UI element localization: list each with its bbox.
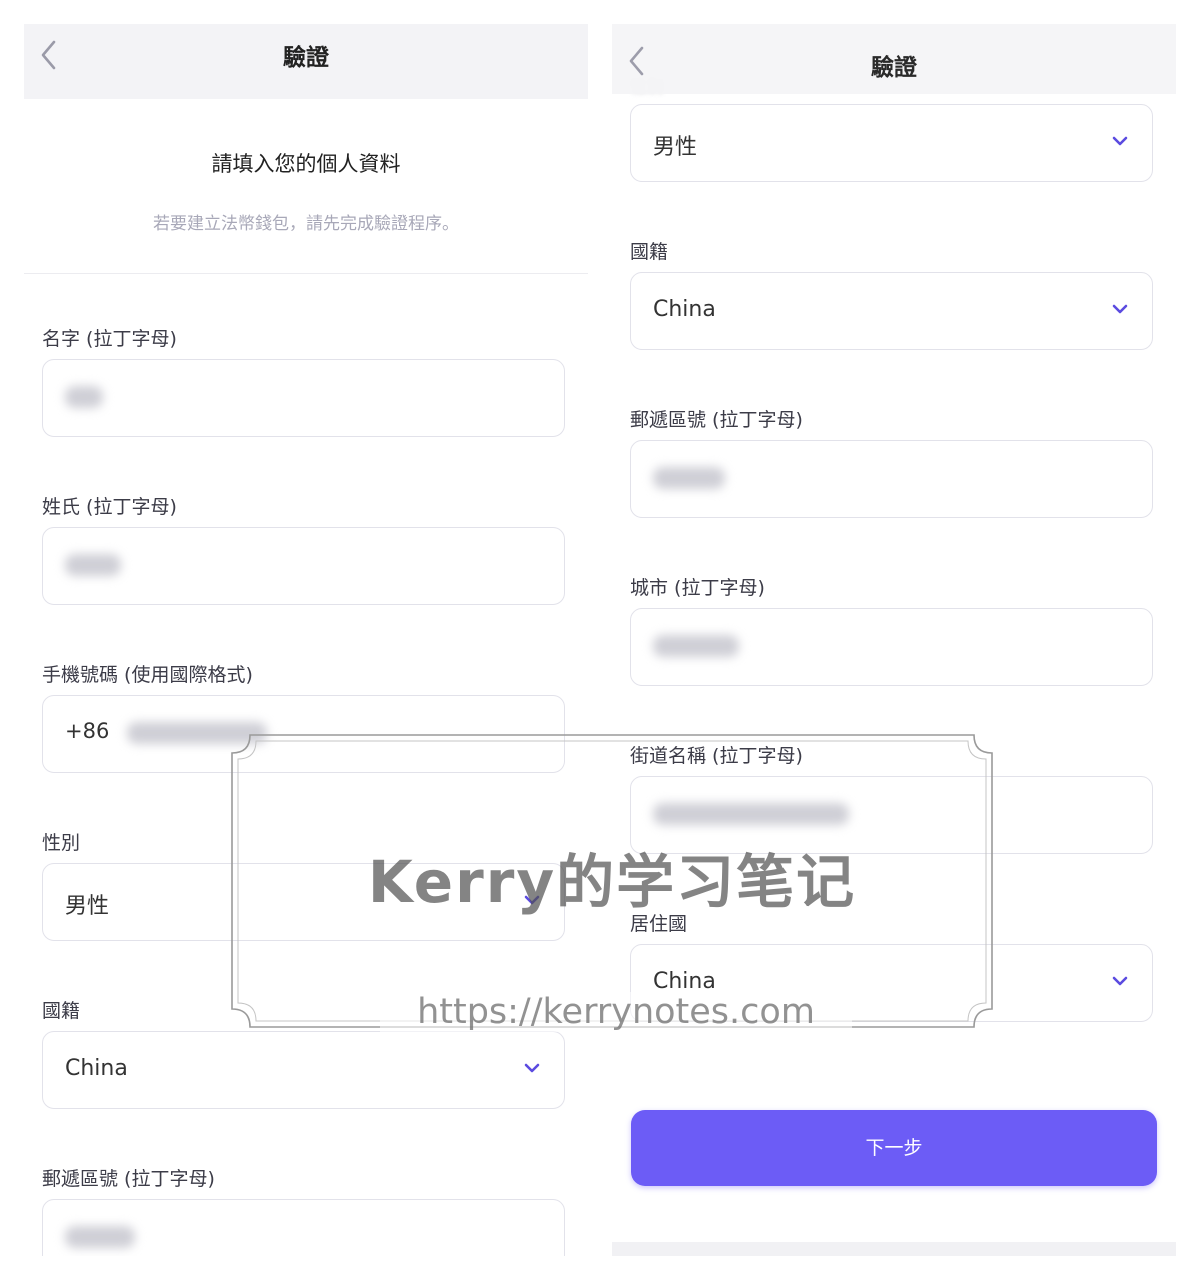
gender-select[interactable]: 男性 xyxy=(630,104,1153,182)
nationality-value: China xyxy=(65,1056,128,1081)
bottom-bar xyxy=(612,1242,1176,1256)
chevron-down-icon xyxy=(1110,973,1130,989)
phone-label: 手機號碼 (使用國際格式) xyxy=(42,664,253,686)
divider xyxy=(24,273,588,274)
blurred-value xyxy=(653,635,739,657)
nationality-select[interactable]: China xyxy=(42,1031,565,1109)
street-label: 街道名稱 (拉丁字母) xyxy=(630,745,803,767)
right-screen: 驗證 性別 男性 國籍 China 郵遞區號 (拉丁字母) 城市 (拉丁字母) … xyxy=(612,24,1176,1256)
postal-label: 郵遞區號 (拉丁字母) xyxy=(630,409,803,431)
chevron-down-icon xyxy=(522,1060,542,1076)
first-name-label: 名字 (拉丁字母) xyxy=(42,328,177,350)
header-bar: 驗證 xyxy=(24,24,588,99)
blurred-value xyxy=(65,554,121,576)
phone-prefix: +86 xyxy=(65,719,110,743)
left-screen: 驗證 請填入您的個人資料 若要建立法幣錢包，請先完成驗證程序。 名字 (拉丁字母… xyxy=(24,24,588,1256)
blurred-value xyxy=(653,467,725,489)
city-label: 城市 (拉丁字母) xyxy=(630,577,765,599)
blurred-value xyxy=(65,1226,135,1248)
header-bar: 驗證 xyxy=(612,24,1176,94)
first-name-field[interactable] xyxy=(42,359,565,437)
last-name-field[interactable] xyxy=(42,527,565,605)
page-title: 驗證 xyxy=(283,45,329,71)
postal-field[interactable] xyxy=(42,1199,565,1256)
nationality-label: 國籍 xyxy=(630,241,669,263)
blurred-value xyxy=(127,722,267,744)
intro-title: 請填入您的個人資料 xyxy=(211,152,401,176)
page-title: 驗證 xyxy=(871,55,917,81)
residence-value: China xyxy=(653,969,716,994)
nationality-value: China xyxy=(653,297,716,322)
watermark-title: Kerry的学习笔记 xyxy=(367,848,857,916)
chevron-down-icon xyxy=(1110,133,1130,149)
watermark-url: https://kerrynotes.com xyxy=(380,992,852,1032)
next-button[interactable]: 下一步 xyxy=(631,1110,1157,1186)
gender-value: 男性 xyxy=(653,135,698,160)
gender-label: 性別 xyxy=(42,832,81,854)
gender-value: 男性 xyxy=(65,894,110,919)
postal-label: 郵遞區號 (拉丁字母) xyxy=(42,1168,215,1190)
postal-field[interactable] xyxy=(630,440,1153,518)
last-name-label: 姓氏 (拉丁字母) xyxy=(42,496,177,518)
city-field[interactable] xyxy=(630,608,1153,686)
blurred-value xyxy=(653,803,849,825)
chevron-down-icon xyxy=(1110,301,1130,317)
phone-field[interactable]: +86 xyxy=(42,695,565,773)
nationality-label: 國籍 xyxy=(42,1000,81,1022)
nationality-select[interactable]: China xyxy=(630,272,1153,350)
intro-subtitle: 若要建立法幣錢包，請先完成驗證程序。 xyxy=(153,214,459,234)
blurred-value xyxy=(65,386,103,408)
